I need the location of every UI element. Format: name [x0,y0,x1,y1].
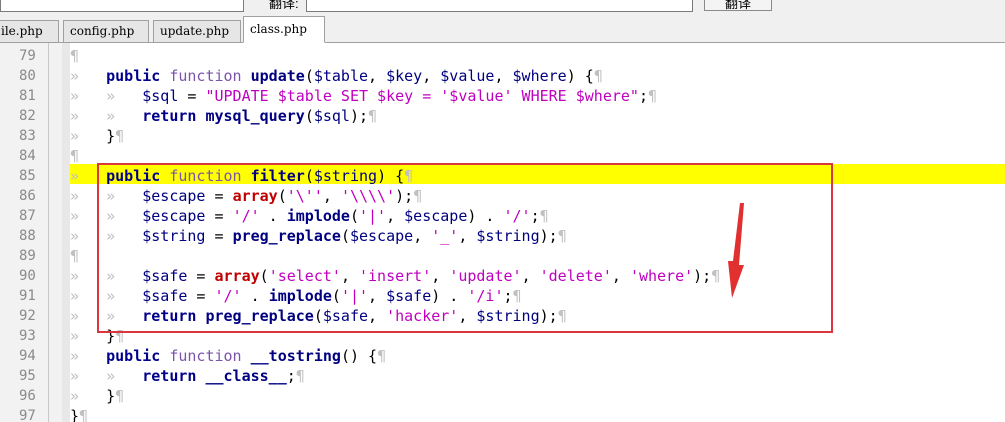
code-editor[interactable]: 79 ¶ 80 » public function update($table,… [0,43,1005,422]
line-number: 81 [19,88,36,104]
line-number: 97 [19,408,36,422]
line-number: 83 [19,128,36,144]
line-number: 89 [19,248,36,264]
line-number: 80 [19,68,36,84]
code-line: 95 » » return __class__;¶ [19,367,305,385]
tab-file-php[interactable]: ile.php [0,20,59,42]
tab-class-php[interactable]: class.php [243,16,325,43]
line-number: 96 [19,388,36,404]
red-arrow-icon [728,203,744,298]
tab-config-php[interactable]: config.php [63,20,149,42]
code-line: 80 » public function update($table, $key… [19,67,603,85]
line-number: 90 [19,268,36,284]
line-number: 88 [19,228,36,244]
line-number: 94 [19,348,36,364]
line-number: 84 [19,148,36,164]
pilcrow-icon: ¶ [70,47,80,65]
line-number: 87 [19,208,36,224]
line-number: 79 [19,48,36,64]
line-number: 95 [19,368,36,384]
line-number: 86 [19,188,36,204]
code-line: 82 » » return mysql_query($sql);¶ [19,107,378,125]
code-line: 81 » » $sql = "UPDATE $table SET $key = … [19,87,658,105]
line-number: 91 [19,288,36,304]
translate-button[interactable]: 翻译 [704,0,772,11]
search-toolbar: 翻译: 翻译 [0,0,1005,15]
code-line: 94 » public function __tostring() {¶ [19,347,387,365]
line-number: 82 [19,108,36,124]
code-line: 96 » }¶ [19,387,125,405]
code-line: 79 ¶ [0,46,1005,66]
tab-update-php[interactable]: update.php [153,20,241,42]
code-line: 97 }¶ [0,406,1005,422]
replace-input[interactable] [306,0,693,12]
line-number: 85 [19,168,36,184]
line-number: 93 [19,328,36,344]
code-line: 83 » }¶ [19,127,125,145]
search-input[interactable] [0,0,244,12]
translate-label: 翻译: [269,0,299,11]
line-number: 92 [19,308,36,324]
file-tab-bar: ile.php config.php update.php class.php [0,15,1005,43]
